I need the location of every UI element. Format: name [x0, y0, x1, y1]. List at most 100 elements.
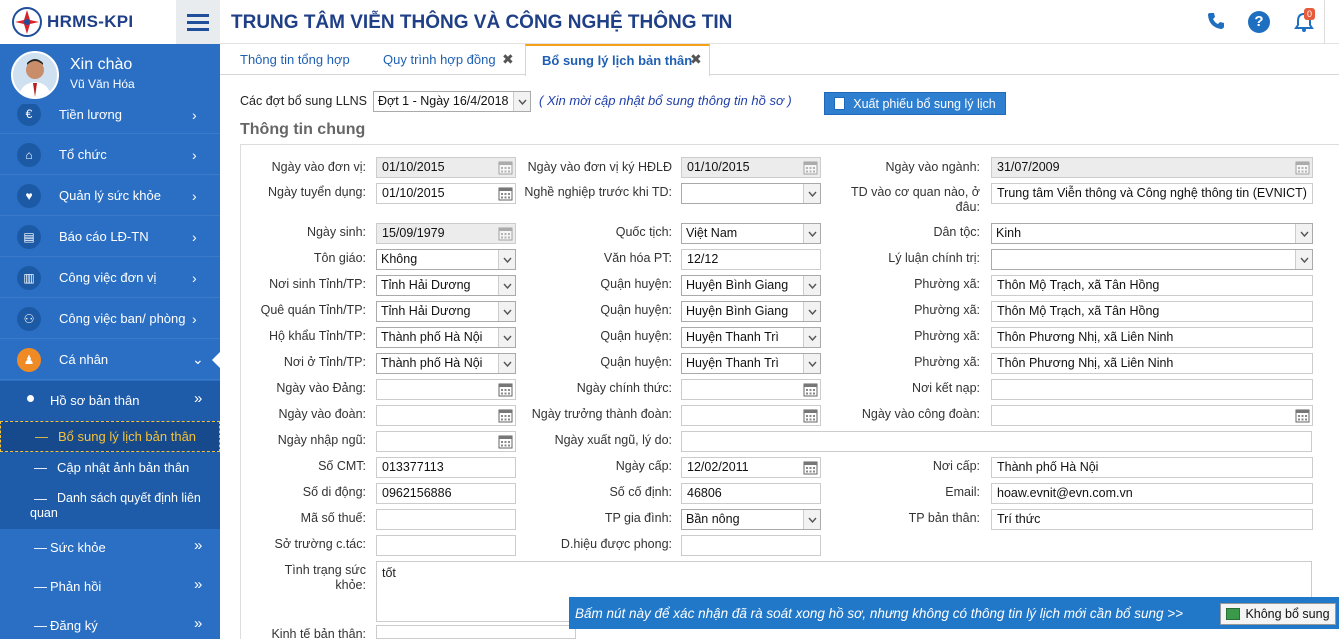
calendar-icon	[803, 160, 818, 175]
chevron-down-icon	[1295, 224, 1312, 243]
ngay-cap-input[interactable]: 12/02/2011	[681, 457, 821, 478]
noi-o-px-input[interactable]: Thôn Phương Nhị, xã Liên Ninh	[991, 353, 1313, 374]
menu-toggle-button[interactable]	[176, 0, 220, 44]
ho-khau-qh-label: Quận huyện:	[600, 329, 672, 343]
ngay-vao-don-vi-label: Ngày vào đơn vị:	[271, 160, 366, 174]
danh-hieu-input[interactable]	[681, 535, 821, 556]
close-tab-icon[interactable]: ✖	[690, 52, 702, 66]
avatar[interactable]	[11, 51, 59, 99]
so-co-dinh-input[interactable]: 46806	[681, 483, 821, 504]
ho-khau-select[interactable]: Thành phố Hà Nội	[376, 327, 516, 348]
ngay-cap-label: Ngày cấp:	[615, 459, 672, 473]
sidebar-sub-dang-ky[interactable]: — Đăng ký »	[0, 607, 220, 639]
ngay-vao-nganh-value: 31/07/2009	[997, 160, 1060, 174]
tp-ban-than-label: TP bản thân:	[908, 511, 980, 525]
no-update-button[interactable]: Không bổ sung	[1220, 603, 1336, 625]
ngay-vao-dang-input[interactable]	[376, 379, 516, 400]
ngay-cong-doan-input[interactable]	[991, 405, 1313, 426]
ngay-chinh-thuc-input[interactable]	[681, 379, 821, 400]
nghe-nghiep-select[interactable]	[681, 183, 821, 204]
ngay-xuat-ngu-input[interactable]	[681, 431, 1312, 452]
que-quan-qh-select[interactable]: Huyện Bình Giang	[681, 301, 821, 322]
sidebar-item-ca-nhan[interactable]: ♟ Cá nhân ⌄	[0, 340, 220, 380]
ngay-cong-doan-label: Ngày vào công đoàn:	[861, 407, 980, 421]
logo-text: HRMS-KPI	[47, 12, 134, 31]
ngay-vao-don-vi-input[interactable]: 01/10/2015	[376, 157, 516, 178]
calendar-icon[interactable]	[498, 408, 513, 423]
ngay-sinh-input[interactable]: 15/09/1979	[376, 223, 516, 244]
noi-ket-nap-input[interactable]	[991, 379, 1313, 400]
ngay-truong-thanh-input[interactable]	[681, 405, 821, 426]
sidebar-subsub-bo-sung-ly-lich[interactable]: — Bổ sung lý lịch bản thân	[0, 421, 220, 452]
noi-sinh-qh-select[interactable]: Huyện Bình Giang	[681, 275, 821, 296]
tp-ban-than-input[interactable]: Trí thức	[991, 509, 1313, 530]
ly-luan-select[interactable]	[991, 249, 1313, 270]
dan-toc-label: Dân tộc:	[933, 225, 980, 239]
chevron-down-icon	[803, 224, 820, 243]
noi-sinh-select[interactable]: Tỉnh Hải Dương	[376, 275, 516, 296]
sidebar-sub-ho-so-ban-than[interactable]: Hồ sơ bản thân »	[0, 381, 220, 421]
noi-o-select[interactable]: Thành phố Hà Nội	[376, 353, 516, 374]
que-quan-px-input[interactable]: Thôn Mộ Trạch, xã Tân Hồng	[991, 301, 1313, 322]
van-hoa-label: Văn hóa PT:	[603, 251, 672, 265]
email-value: hoaw.evnit@evn.com.vn	[997, 486, 1133, 500]
calendar-icon[interactable]	[803, 460, 818, 475]
dan-toc-value: Kinh	[996, 226, 1022, 240]
kinh-te-input[interactable]	[376, 625, 576, 639]
ma-so-thue-input[interactable]	[376, 509, 516, 530]
so-di-dong-value: 0962156886	[382, 486, 452, 500]
td-vao-co-quan-value: Trung tâm Viễn thông và Công nghệ thông …	[997, 186, 1307, 200]
tab-bo-sung-ly-lich[interactable]: Bổ sung lý lịch bản thân	[525, 44, 710, 76]
ngay-sinh-value: 15/09/1979	[382, 226, 445, 240]
sidebar-item-cong-viec-don-vi[interactable]: ▥ Công việc đơn vị ›	[0, 258, 220, 298]
noi-cap-input[interactable]: Thành phố Hà Nội	[991, 457, 1313, 478]
so-truong-input[interactable]	[376, 535, 516, 556]
calendar-icon[interactable]	[498, 382, 513, 397]
sidebar-sub-phan-hoi[interactable]: — Phản hồi »	[0, 568, 220, 607]
logo[interactable]: HRMS-KPI	[0, 0, 176, 44]
period-select[interactable]: Đợt 1 - Ngày 16/4/2018	[373, 91, 531, 112]
ngay-nhap-ngu-input[interactable]	[376, 431, 516, 452]
calendar-icon[interactable]	[498, 186, 513, 201]
sidebar-item-label: Báo cáo LĐ-TN	[59, 229, 149, 244]
ngay-tuyen-dung-input[interactable]: 01/10/2015	[376, 183, 516, 204]
noi-sinh-px-input[interactable]: Thôn Mộ Trạch, xã Tân Hồng	[991, 275, 1313, 296]
ho-khau-qh-select[interactable]: Huyện Thanh Trì	[681, 327, 821, 348]
calendar-icon[interactable]	[803, 408, 818, 423]
td-vao-co-quan-input[interactable]: Trung tâm Viễn thông và Công nghệ thông …	[991, 183, 1313, 204]
calendar-icon[interactable]	[1295, 408, 1310, 423]
so-di-dong-input[interactable]: 0962156886	[376, 483, 516, 504]
sidebar-subsub-cap-nhat-anh[interactable]: — Cập nhật ảnh bản thân	[0, 452, 220, 483]
ton-giao-select[interactable]: Không	[376, 249, 516, 270]
tp-gia-dinh-select[interactable]: Bần nông	[681, 509, 821, 530]
sidebar-item-bao-cao[interactable]: ▤ Báo cáo LĐ-TN ›	[0, 217, 220, 257]
quoc-tich-select[interactable]: Việt Nam	[681, 223, 821, 244]
tab-quy-trinh-hop-dong[interactable]: Quy trình hợp đồng	[383, 44, 496, 75]
ngay-vao-nganh-input[interactable]: 31/07/2009	[991, 157, 1313, 178]
ngay-vao-doan-input[interactable]	[376, 405, 516, 426]
noi-sinh-px-value: Thôn Mộ Trạch, xã Tân Hồng	[997, 278, 1160, 292]
so-cmt-input[interactable]: 013377113	[376, 457, 516, 478]
chevron-down-icon	[498, 276, 515, 295]
help-icon[interactable]: ?	[1248, 11, 1270, 33]
sidebar-subsub-danh-sach-quyet-dinh[interactable]: — Danh sách quyết định liên quan	[0, 483, 220, 529]
noi-o-qh-select[interactable]: Huyện Thanh Trì	[681, 353, 821, 374]
que-quan-qh-value: Huyện Bình Giang	[686, 304, 789, 318]
sidebar-item-cong-viec-ban-phong[interactable]: ⚇ Công việc ban/ phòng ›	[0, 299, 220, 339]
ho-khau-px-input[interactable]: Thôn Phương Nhị, xã Liên Ninh	[991, 327, 1313, 348]
tab-thong-tin-tong-hop[interactable]: Thông tin tổng hợp	[240, 44, 350, 75]
email-input[interactable]: hoaw.evnit@evn.com.vn	[991, 483, 1313, 504]
sidebar-item-quan-ly-suc-khoe[interactable]: ♥ Quản lý sức khỏe ›	[0, 176, 220, 216]
so-cmt-value: 013377113	[382, 460, 444, 474]
dan-toc-select[interactable]: Kinh	[991, 223, 1313, 244]
phone-icon[interactable]	[1206, 11, 1228, 33]
calendar-icon[interactable]	[498, 434, 513, 449]
calendar-icon[interactable]	[803, 382, 818, 397]
ngay-vao-dv-ky-hdld-input[interactable]: 01/10/2015	[681, 157, 821, 178]
van-hoa-input[interactable]: 12/12	[681, 249, 821, 270]
sidebar-sub-suc-khoe[interactable]: — Sức khỏe »	[0, 529, 220, 568]
export-button[interactable]: Xuất phiếu bổ sung lý lịch	[824, 92, 1006, 115]
sidebar-item-to-chuc[interactable]: ⌂ Tổ chức ›	[0, 135, 220, 175]
que-quan-select[interactable]: Tỉnh Hải Dương	[376, 301, 516, 322]
close-tab-icon[interactable]: ✖	[502, 52, 514, 66]
